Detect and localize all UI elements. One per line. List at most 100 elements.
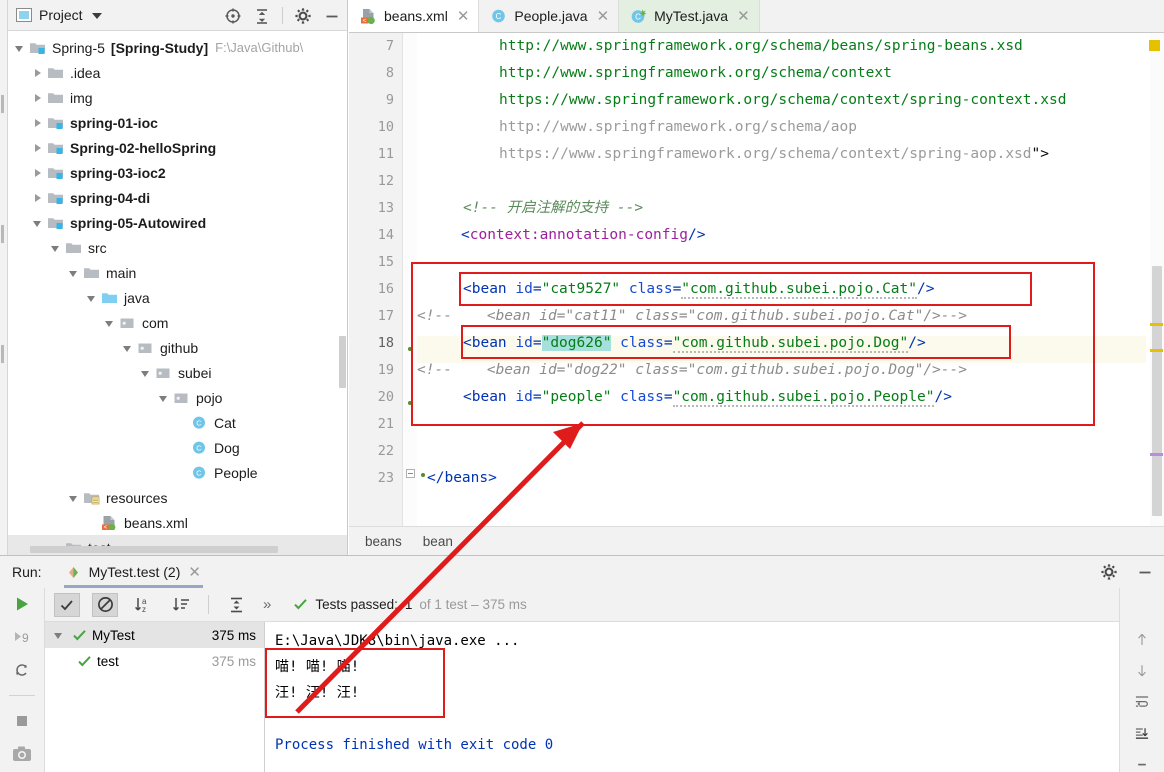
expand-icon[interactable] [32, 92, 44, 104]
collapse-icon[interactable] [158, 392, 170, 404]
java-class-icon: C [490, 8, 507, 24]
test-result-tree[interactable]: MyTest 375 ms test 375 ms [45, 622, 265, 772]
soft-wrap-icon[interactable] [1132, 694, 1152, 709]
breadcrumb-item[interactable]: bean [423, 534, 453, 549]
editor-scroll-thumb[interactable] [1152, 266, 1162, 516]
project-tree-item[interactable]: CCat [8, 410, 347, 435]
collapse-icon[interactable] [104, 317, 116, 329]
editor-tab[interactable]: <beans.xml✕ [349, 0, 479, 32]
hide-ignored-toggle[interactable] [92, 593, 118, 617]
line-number: 7 [350, 38, 394, 54]
down-arrow-icon[interactable] [1132, 663, 1152, 678]
run-tab[interactable]: MyTest.test (2) ✕ [60, 556, 207, 588]
expand-all-button[interactable] [223, 593, 249, 617]
test-tree-row[interactable]: test 375 ms [45, 648, 264, 674]
sort-alphabetically-button[interactable]: a z [130, 593, 156, 617]
collapse-icon[interactable] [68, 267, 80, 279]
project-tree-item[interactable]: pojo [8, 385, 347, 410]
project-tree[interactable]: Spring-5[Spring-Study]F:\Java\Github\.id… [8, 31, 347, 555]
expand-icon[interactable] [32, 142, 44, 154]
close-icon[interactable]: ✕ [737, 9, 750, 24]
more-options-icon[interactable]: » [263, 596, 271, 613]
project-tree-vscrollbar[interactable] [339, 336, 346, 388]
project-tree-item[interactable]: CPeople [8, 460, 347, 485]
minimize-icon[interactable] [323, 7, 341, 25]
test-tree-row[interactable]: MyTest 375 ms [45, 622, 264, 648]
svg-text:C: C [635, 13, 641, 22]
scroll-to-end-icon[interactable] [1132, 726, 1152, 741]
collapse-icon[interactable] [86, 292, 98, 304]
sort-by-duration-button[interactable] [168, 593, 194, 617]
line-number: 8 [350, 65, 394, 81]
close-icon[interactable]: ✕ [457, 9, 470, 24]
rerun-icon[interactable] [12, 660, 32, 680]
project-tree-item[interactable]: spring-04-di [8, 185, 347, 210]
expand-icon[interactable] [32, 192, 44, 204]
line-number: 16 [350, 281, 394, 297]
project-tree-item[interactable]: Spring-5[Spring-Study]F:\Java\Github\ [8, 35, 347, 60]
collapse-icon[interactable] [122, 342, 134, 354]
project-header-icons [224, 0, 341, 31]
stop-icon[interactable] [12, 711, 32, 731]
line-number: 10 [350, 119, 394, 135]
project-tree-item[interactable]: .idea [8, 60, 347, 85]
editor-tab[interactable]: CMyTest.java✕ [619, 0, 760, 32]
collapse-all-icon[interactable] [253, 7, 271, 25]
project-tree-item[interactable]: main [8, 260, 347, 285]
collapse-icon[interactable] [14, 42, 26, 54]
project-tree-item[interactable]: com [8, 310, 347, 335]
project-tree-item-label: spring-04-di [70, 191, 150, 205]
strip-nub [1, 345, 4, 363]
ide-window: Project [0, 0, 1164, 772]
locate-icon[interactable] [224, 7, 242, 25]
project-tree-item[interactable]: github [8, 335, 347, 360]
class-icon: C [191, 415, 208, 430]
code-fold-marker[interactable] [406, 469, 415, 478]
minimize-icon[interactable] [1132, 757, 1152, 772]
collapse-icon[interactable] [50, 242, 62, 254]
close-icon[interactable]: ✕ [188, 563, 201, 581]
editor-area: <beans.xml✕CPeople.java✕CMyTest.java✕ 7 8… [349, 0, 1164, 555]
inspection-warning-indicator[interactable] [1149, 40, 1160, 51]
close-icon[interactable]: ✕ [597, 9, 610, 24]
gear-icon[interactable] [294, 7, 312, 25]
project-tree-item[interactable]: src [8, 235, 347, 260]
expand-icon[interactable] [32, 67, 44, 79]
breadcrumb-item[interactable]: beans [365, 534, 402, 549]
project-tree-item[interactable]: resources [8, 485, 347, 510]
editor-vscrollbar[interactable] [1150, 33, 1164, 555]
expand-icon[interactable] [32, 167, 44, 179]
project-tree-item[interactable]: img [8, 85, 347, 110]
project-tree-item[interactable]: <beans.xml [8, 510, 347, 535]
code-text[interactable]: http://www.springframework.org/schema/be… [417, 33, 1164, 555]
screenshot-icon[interactable] [11, 744, 33, 764]
up-arrow-icon[interactable] [1132, 632, 1152, 647]
editor-tab[interactable]: CPeople.java✕ [479, 0, 619, 32]
project-tree-item[interactable]: subei [8, 360, 347, 385]
project-tree-item[interactable]: spring-03-ioc2 [8, 160, 347, 185]
project-tree-item[interactable]: spring-01-ioc [8, 110, 347, 135]
expand-icon[interactable] [32, 117, 44, 129]
project-tree-item[interactable]: CDog [8, 435, 347, 460]
run-icon[interactable] [12, 594, 32, 614]
project-tree-item[interactable]: spring-05-Autowired [8, 210, 347, 235]
show-passed-toggle[interactable] [54, 593, 80, 617]
svg-text:z: z [142, 605, 146, 614]
check-success-icon [72, 628, 87, 643]
project-tree-item[interactable]: java [8, 285, 347, 310]
console-output[interactable]: E:\Java\JDK8\bin\java.exe ... 喵! 喵! 喵! 汪… [265, 622, 1119, 772]
project-tree-hscrollbar[interactable] [30, 546, 278, 553]
code-editor[interactable]: 7891011121314151617181920212223 http://w… [349, 33, 1164, 555]
gear-icon[interactable] [1100, 563, 1118, 581]
minimize-icon[interactable] [1136, 563, 1154, 581]
project-tree-item[interactable]: Spring-02-helloSpring [8, 135, 347, 160]
chevron-down-icon[interactable] [92, 13, 102, 19]
collapse-icon[interactable] [68, 492, 80, 504]
run-panel-label: Run: [12, 564, 42, 580]
collapse-icon[interactable] [140, 367, 152, 379]
folder-icon [83, 265, 100, 280]
collapse-icon[interactable] [32, 217, 44, 229]
run-panel-header: Run: MyTest.test (2) ✕ [0, 556, 1164, 588]
expand-collapse-icon[interactable] [53, 629, 65, 641]
rerun-failed-icon[interactable]: 9 [12, 627, 32, 647]
